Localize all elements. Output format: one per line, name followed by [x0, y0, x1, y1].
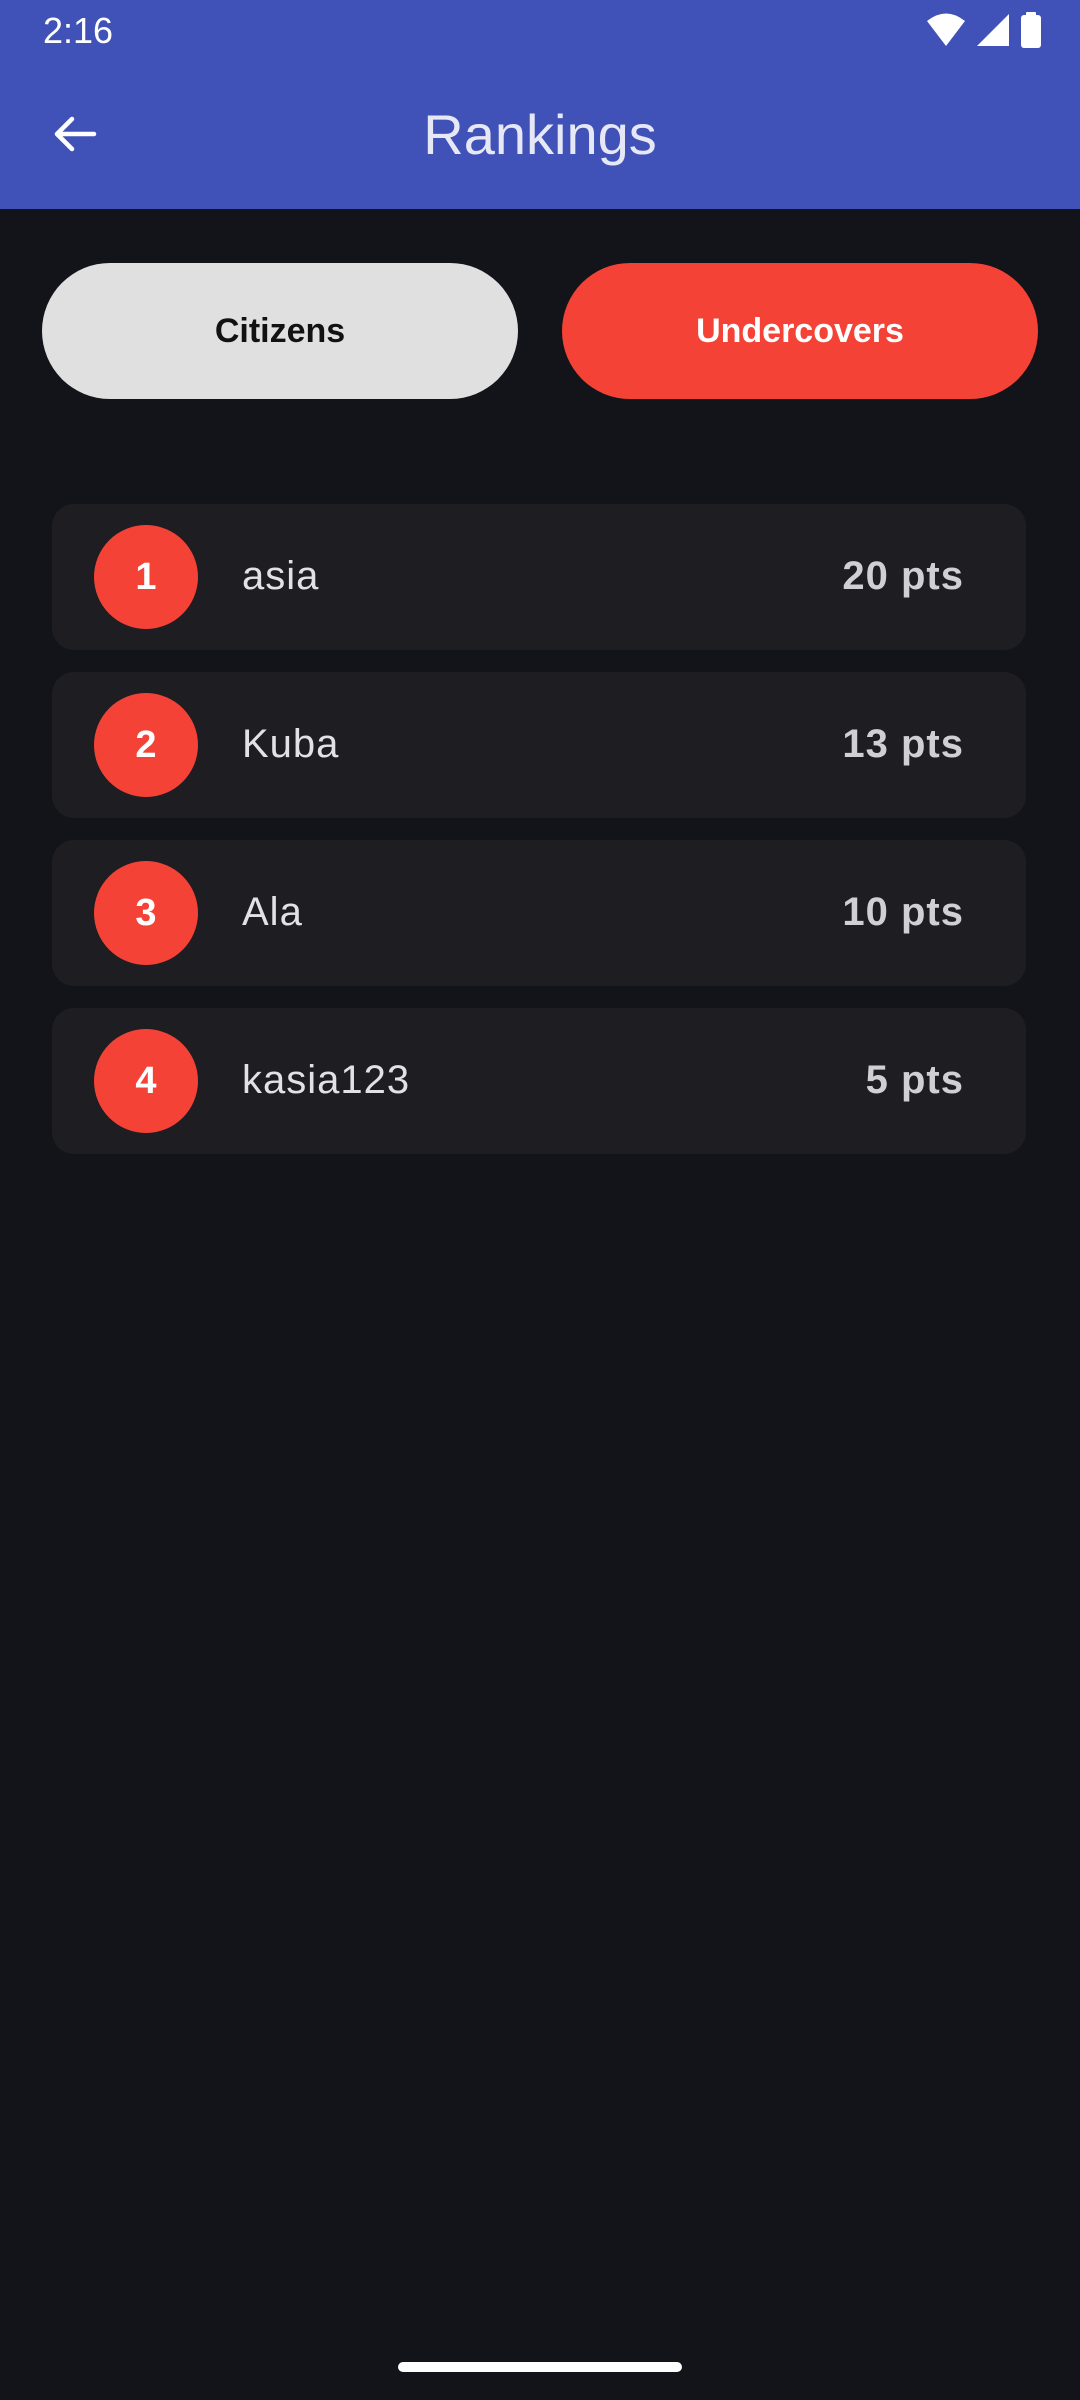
- tab-undercovers[interactable]: Undercovers: [562, 263, 1038, 399]
- ranking-row: 2 Kuba 13 pts: [52, 672, 1026, 818]
- rank-badge: 2: [94, 693, 198, 797]
- rankings-screen: 2:16 Rankings Citizens Undercovers 1 asi…: [0, 0, 1080, 2400]
- player-name: kasia123: [242, 1058, 411, 1102]
- home-indicator[interactable]: [398, 2362, 682, 2372]
- cellular-signal-icon: [976, 13, 1010, 52]
- team-tabs: Citizens Undercovers: [42, 263, 1038, 399]
- player-name: Kuba: [242, 722, 340, 766]
- ranking-row: 1 asia 20 pts: [52, 504, 1026, 650]
- ranking-row: 3 Ala 10 pts: [52, 840, 1026, 986]
- player-points: 10 pts: [842, 890, 964, 934]
- ranking-row: 4 kasia123 5 pts: [52, 1008, 1026, 1154]
- player-name: Ala: [242, 890, 303, 934]
- battery-icon: [1020, 12, 1042, 53]
- rank-badge: 4: [94, 1029, 198, 1133]
- status-bar: 2:16: [0, 0, 1080, 62]
- page-title: Rankings: [423, 103, 657, 166]
- wifi-icon: [926, 12, 966, 53]
- player-points: 5 pts: [865, 1058, 964, 1102]
- app-bar: Rankings: [0, 62, 1080, 209]
- tab-citizens[interactable]: Citizens: [42, 263, 518, 399]
- player-points: 13 pts: [842, 722, 964, 766]
- status-time: 2:16: [43, 10, 114, 51]
- player-name: asia: [242, 554, 320, 598]
- rank-badge: 3: [94, 861, 198, 965]
- player-points: 20 pts: [842, 554, 964, 598]
- rank-badge: 1: [94, 525, 198, 629]
- status-icons: [926, 12, 1042, 53]
- ranking-list: 1 asia 20 pts 2 Kuba 13 pts 3 Ala 10 pts…: [52, 504, 1026, 1176]
